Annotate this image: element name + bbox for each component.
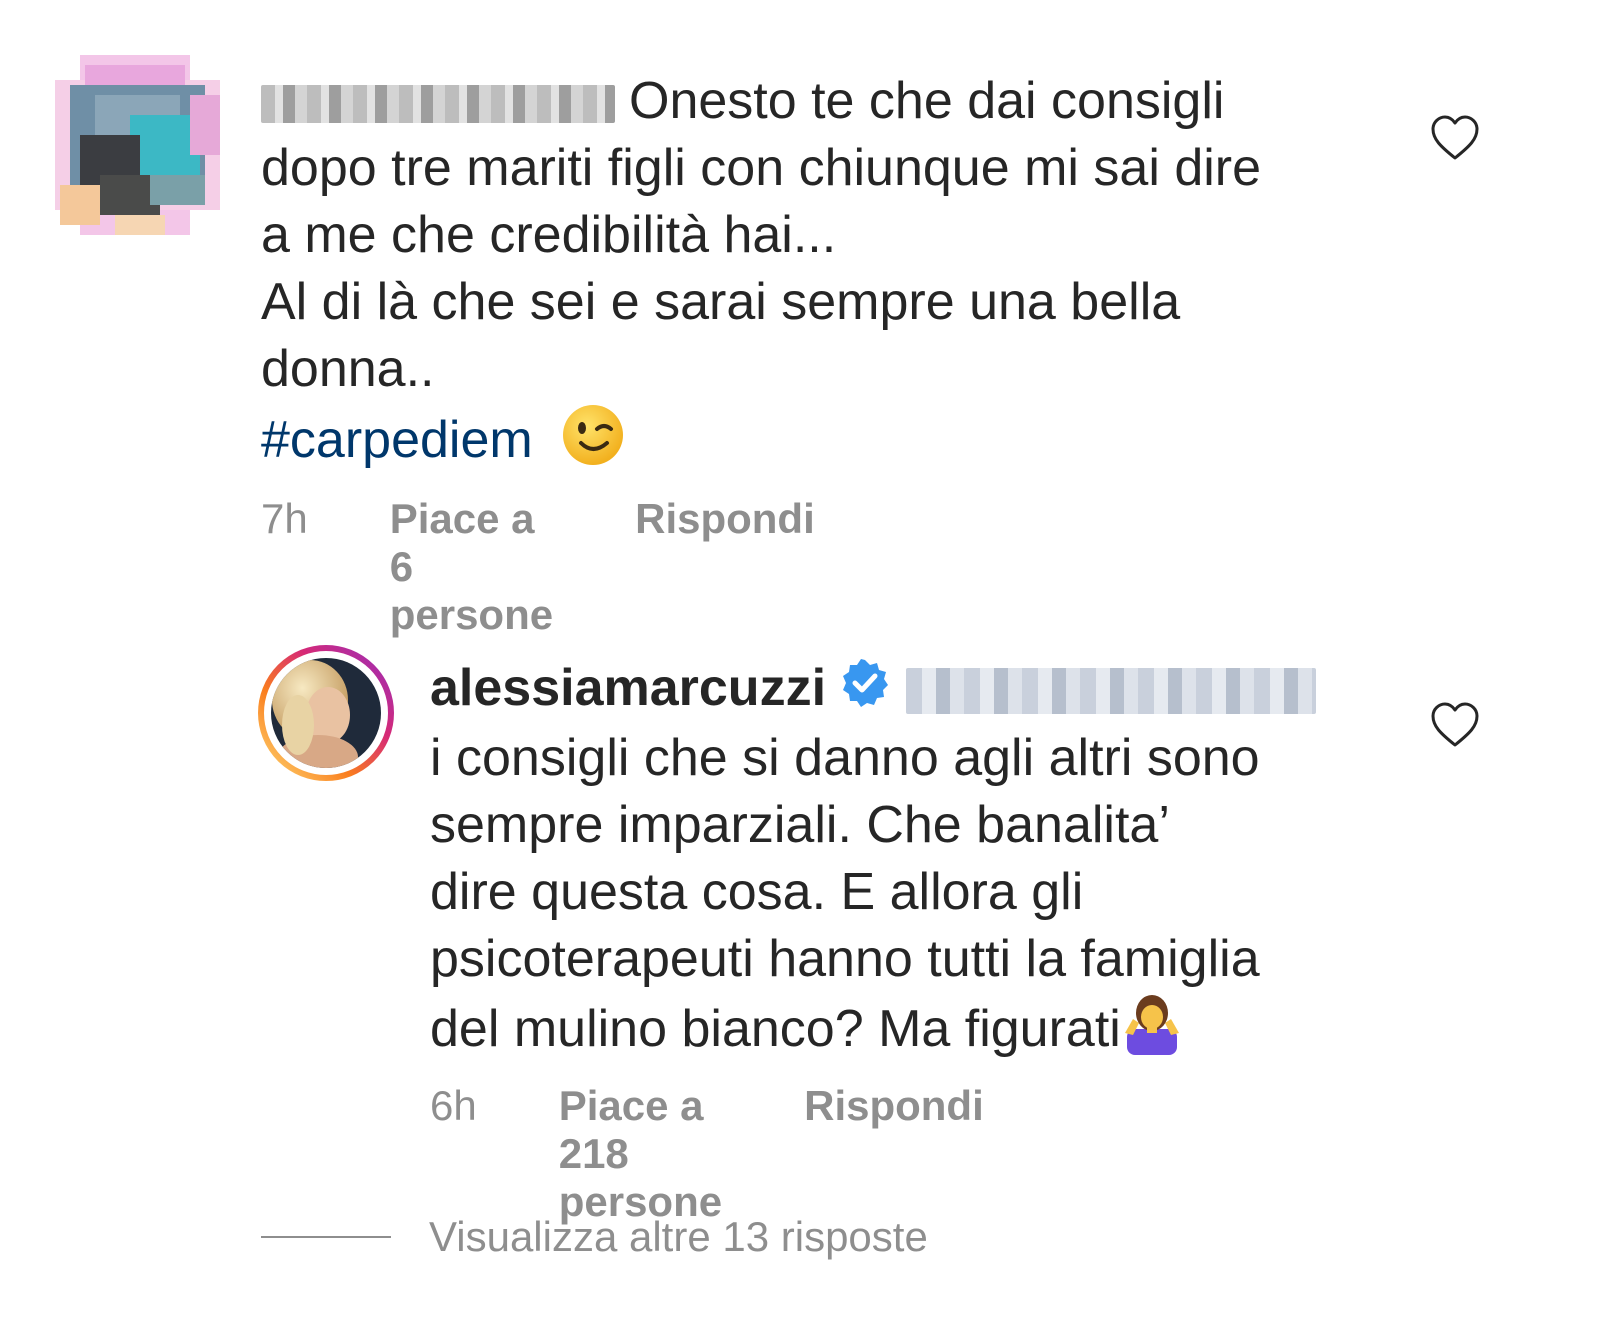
- avatar-blurred[interactable]: [40, 55, 235, 235]
- likes-count-link[interactable]: Piace a 218 persone: [559, 1082, 722, 1226]
- reply-button[interactable]: Rispondi: [635, 495, 815, 543]
- reply-button[interactable]: Rispondi: [804, 1082, 984, 1130]
- comment-1-meta: 7h Piace a 6 persone Rispondi: [261, 495, 815, 639]
- comment-1-line-2: dopo tre mariti figli con chiunque mi sa…: [261, 139, 1262, 197]
- comment-1-line-4: Al di là che sei e sarai sempre una bell…: [261, 273, 1181, 331]
- username-link[interactable]: alessiamarcuzzi: [430, 659, 826, 717]
- avatar[interactable]: [258, 645, 394, 781]
- timestamp: 7h: [261, 495, 308, 542]
- verified-badge-icon: [840, 658, 890, 725]
- comment-2-line-5: psicoterapeuti hanno tutti la famiglia: [430, 929, 1260, 988]
- likes-count-link[interactable]: Piace a 6 persone: [390, 495, 553, 639]
- comment-2-line-2: i consigli che si danno agli altri sono: [430, 728, 1260, 787]
- winking-face-emoji-icon: [561, 403, 625, 484]
- person-shrugging-emoji-icon: [1121, 993, 1183, 1072]
- hashtag-link[interactable]: #carpediem: [261, 411, 533, 469]
- comment-2-line-3: sempre imparziali. Che banalita’: [430, 795, 1170, 854]
- view-more-replies-button[interactable]: Visualizza altre 13 risposte: [261, 1213, 928, 1261]
- comment-1-line-3: a me che credibilità hai...: [261, 206, 837, 264]
- comment-2-body: alessiamarcuzzi i consigli che si danno …: [430, 655, 1430, 1072]
- like-heart-icon[interactable]: [1430, 702, 1480, 753]
- comment-1-line-6: #carpediem: [261, 403, 1401, 484]
- comment-2-line-1: alessiamarcuzzi: [430, 655, 1430, 725]
- like-heart-icon[interactable]: [1430, 115, 1480, 166]
- divider-line: [261, 1236, 391, 1238]
- mention-blurred[interactable]: [906, 668, 1317, 715]
- timestamp: 6h: [430, 1082, 477, 1129]
- avatar-pixelated-image: [55, 55, 220, 235]
- comment-1-line-1: Onesto te che dai consigli: [261, 68, 1401, 135]
- comment-2-line-4: dire questa cosa. E allora gli: [430, 862, 1084, 921]
- username-blurred[interactable]: [261, 85, 615, 124]
- comment-1-body: Onesto te che dai consigli dopo tre mari…: [261, 68, 1401, 484]
- comment-1-line-5: donna..: [261, 340, 435, 398]
- view-more-replies-label: Visualizza altre 13 risposte: [429, 1213, 928, 1260]
- comment-2-meta: 6h Piace a 218 persone Rispondi: [430, 1082, 984, 1226]
- comment-2-line-6: del mulino bianco? Ma figurati: [430, 993, 1430, 1072]
